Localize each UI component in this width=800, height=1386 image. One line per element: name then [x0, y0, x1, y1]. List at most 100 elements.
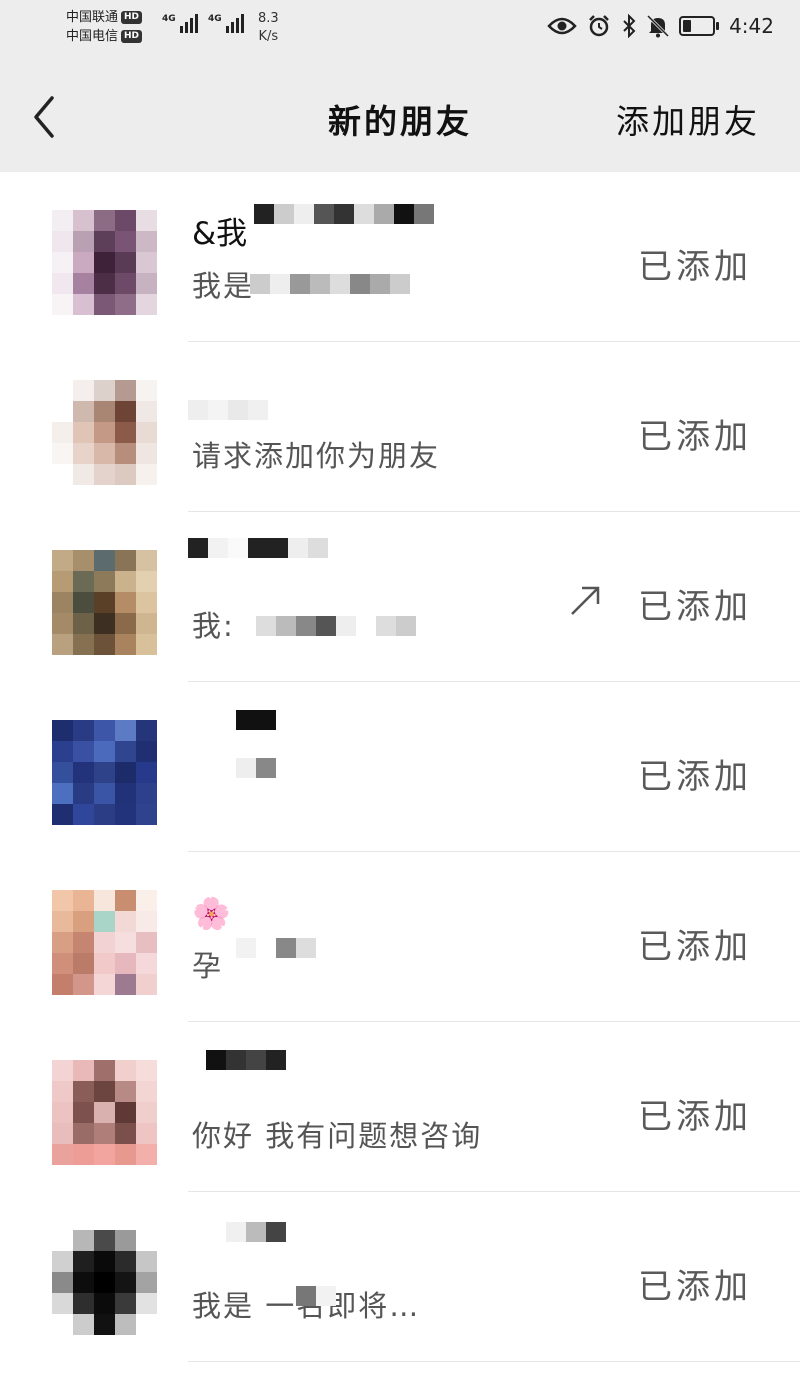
avatar-pixel [136, 210, 157, 231]
avatar-pixel [52, 1251, 73, 1272]
avatar-pixel [73, 592, 94, 613]
avatar[interactable] [52, 380, 157, 485]
request-message: 孕 [192, 949, 224, 983]
avatar-pixel [136, 443, 157, 464]
avatar-pixel [94, 1314, 115, 1335]
avatar-pixel [136, 380, 157, 401]
avatar-pixel [52, 890, 73, 911]
status-label: 已添加 [638, 587, 752, 627]
avatar-pixel [52, 1060, 73, 1081]
avatar-pixel [115, 592, 136, 613]
avatar-pixel [94, 1123, 115, 1144]
avatar-pixel [136, 1060, 157, 1081]
list-item[interactable]: 你好 我有问题想咨询 已添加 [0, 1022, 800, 1192]
avatar-pixel [94, 890, 115, 911]
request-message: 我是 [192, 269, 255, 303]
avatar-pixel [73, 273, 94, 294]
avatar-pixel [94, 252, 115, 273]
system-icons: 4:42 [547, 14, 774, 38]
redaction-mosaic [236, 710, 276, 730]
avatar-pixel [52, 443, 73, 464]
list-item[interactable]: &我 我是 已添加 [0, 172, 800, 342]
eye-icon [547, 17, 577, 35]
avatar-pixel [115, 804, 136, 825]
avatar-pixel [73, 720, 94, 741]
avatar[interactable] [52, 210, 157, 315]
avatar-pixel [94, 634, 115, 655]
avatar[interactable] [52, 890, 157, 995]
list-item[interactable]: 我: 已添加 [0, 512, 800, 682]
status-label: 已添加 [638, 1267, 752, 1307]
avatar-pixel [52, 911, 73, 932]
avatar-pixel [136, 634, 157, 655]
avatar[interactable] [52, 550, 157, 655]
avatar-pixel [73, 634, 94, 655]
avatar-pixel [136, 1272, 157, 1293]
avatar-pixel [136, 1230, 157, 1251]
avatar-pixel [136, 550, 157, 571]
list-item[interactable]: 已添加 [0, 682, 800, 852]
avatar-pixel [73, 380, 94, 401]
avatar-pixel [115, 613, 136, 634]
avatar-pixel [115, 1293, 136, 1314]
avatar[interactable] [52, 1230, 157, 1335]
avatar-pixel [73, 1123, 94, 1144]
add-friend-button[interactable]: 添加朋友 [616, 95, 760, 143]
avatar-pixel [94, 741, 115, 762]
avatar-pixel [94, 974, 115, 995]
avatar-pixel [73, 443, 94, 464]
status-label: 已添加 [638, 757, 752, 797]
avatar-pixel [136, 1102, 157, 1123]
request-message: 你好 我有问题想咨询 [192, 1119, 483, 1153]
avatar-pixel [136, 464, 157, 485]
avatar[interactable] [52, 1060, 157, 1165]
avatar-pixel [52, 231, 73, 252]
status-label: 已添加 [638, 417, 752, 457]
avatar-pixel [94, 1081, 115, 1102]
arrow-up-right-icon [571, 586, 600, 615]
avatar-pixel [115, 231, 136, 252]
avatar-pixel [94, 294, 115, 315]
avatar-pixel [52, 1144, 73, 1165]
avatar-pixel [73, 804, 94, 825]
list-item[interactable]: 🌸 孕 已添加 [0, 852, 800, 1022]
avatar-pixel [52, 634, 73, 655]
avatar-pixel [136, 741, 157, 762]
avatar[interactable] [52, 720, 157, 825]
redaction-mosaic [236, 938, 316, 958]
avatar-pixel [115, 1272, 136, 1293]
avatar-pixel [94, 1251, 115, 1272]
avatar-pixel [52, 1102, 73, 1123]
avatar-pixel [52, 613, 73, 634]
avatar-pixel [73, 911, 94, 932]
avatar-pixel [115, 911, 136, 932]
avatar-pixel [115, 1060, 136, 1081]
avatar-pixel [115, 252, 136, 273]
carrier-2: 中国电信 [66, 29, 119, 44]
avatar-pixel [115, 1102, 136, 1123]
carrier-1: 中国联通 [66, 10, 119, 25]
hd-badge: HD [121, 30, 143, 43]
avatar-pixel [52, 1081, 73, 1102]
avatar-pixel [73, 464, 94, 485]
redaction-mosaic [206, 1050, 286, 1070]
avatar-pixel [52, 1293, 73, 1314]
avatar-pixel [115, 1230, 136, 1251]
list-item[interactable]: 请求添加你为朋友 已添加 [0, 342, 800, 512]
avatar-pixel [52, 550, 73, 571]
avatar-pixel [115, 1251, 136, 1272]
avatar-pixel [73, 1272, 94, 1293]
status-label: 已添加 [638, 247, 752, 287]
carrier-info: 中国联通 HD 中国电信 HD [66, 8, 143, 46]
avatar-pixel [115, 273, 136, 294]
avatar-pixel [115, 1123, 136, 1144]
list-item[interactable]: 我是 一名即将… 已添加 [0, 1192, 800, 1362]
avatar-pixel [73, 1102, 94, 1123]
alarm-icon [589, 15, 609, 37]
avatar-pixel [52, 1314, 73, 1335]
avatar-pixel [52, 401, 73, 422]
avatar-pixel [73, 890, 94, 911]
friend-request-list: &我 我是 已添加 请求添加你为朋友 已添加 我: 已添加 已添加 🌸 孕 已添… [0, 172, 800, 1362]
network-speed: 8.3 K/s [258, 11, 279, 44]
redaction-mosaic [188, 400, 268, 420]
